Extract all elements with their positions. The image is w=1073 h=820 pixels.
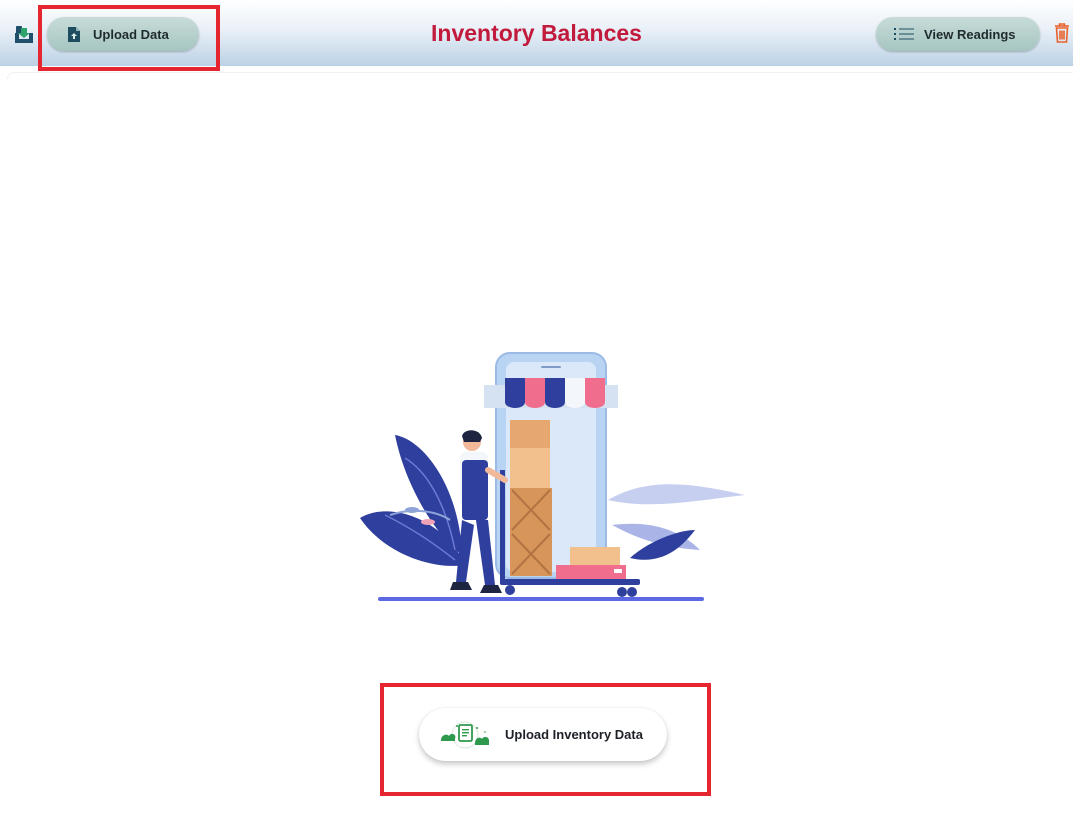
top-toolbar: Upload Data Inventory Balances View Read… bbox=[0, 0, 1073, 66]
cloud-documents-icon bbox=[439, 720, 491, 750]
view-readings-label: View Readings bbox=[924, 26, 1016, 42]
content-card bbox=[7, 72, 1073, 79]
view-readings-button[interactable]: View Readings bbox=[876, 17, 1040, 51]
upload-inventory-data-label: Upload Inventory Data bbox=[505, 727, 643, 742]
list-icon bbox=[894, 27, 914, 41]
inventory-illustration bbox=[350, 350, 750, 610]
upload-inventory-data-button[interactable]: Upload Inventory Data bbox=[419, 708, 667, 761]
trash-icon[interactable] bbox=[1054, 23, 1070, 48]
